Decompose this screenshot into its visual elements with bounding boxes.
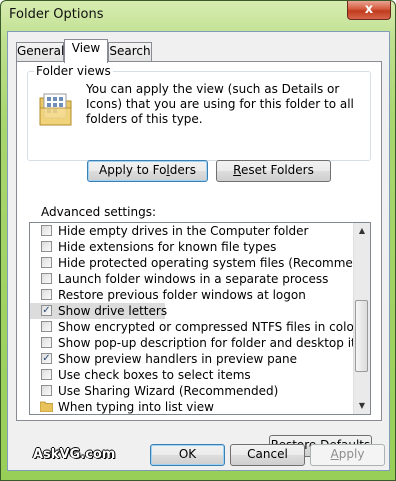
list-item[interactable]: ✓ Show preview handlers in preview pane [30, 351, 352, 367]
apply-access-key: A [330, 447, 339, 461]
list-item-label: Show preview handlers in preview pane [58, 352, 298, 366]
advanced-settings-label: Advanced settings: [41, 205, 156, 219]
list-item[interactable]: When typing into list view [30, 399, 352, 414]
list-item[interactable]: Use check boxes to select items [30, 367, 352, 383]
watermark-logo: AskVG.com [33, 447, 116, 462]
list-item-label: Show drive letters [58, 304, 168, 318]
list-item[interactable]: Show encrypted or compressed NTFS files … [30, 319, 359, 335]
list-item-label: Hide extensions for known file types [58, 240, 277, 254]
checkbox[interactable] [41, 225, 52, 236]
vertical-scrollbar[interactable]: ▲ ▼ [353, 223, 370, 414]
scroll-down-arrow-icon[interactable]: ▼ [354, 398, 370, 414]
folder-views-legend: Folder views [34, 64, 113, 78]
cancel-button[interactable]: Cancel [230, 444, 305, 466]
view-tab-panel: Folder views You can apply the view (suc… [16, 61, 382, 457]
list-item-label: Use Sharing Wizard (Recommended) [58, 384, 279, 398]
list-item-label: Show encrypted or compressed NTFS files … [58, 320, 359, 334]
list-item[interactable]: Show pop-up description for folder and d… [30, 335, 370, 351]
checkbox[interactable] [41, 369, 52, 380]
dialog-client-area: General View Search Folder views You can… [7, 31, 390, 471]
list-item-label: Show pop-up description for folder and d… [58, 336, 371, 350]
tab-view[interactable]: View [64, 39, 108, 63]
list-item-selected[interactable]: ✓ Show drive letters [30, 303, 168, 319]
checkbox[interactable] [41, 321, 52, 332]
advanced-settings-list[interactable]: Hide empty drives in the Computer folder… [29, 222, 371, 415]
apply-to-folders-button[interactable]: Apply to Folders [87, 160, 208, 182]
checkbox[interactable] [41, 337, 52, 348]
apply-to-folders-label-end: ders [169, 163, 196, 177]
folder-views-description: You can apply the view (such as Details … [86, 82, 354, 126]
list-item-label: Hide protected operating system files (R… [58, 256, 371, 270]
tab-general[interactable]: General [16, 42, 64, 61]
reset-folders-button[interactable]: Reset Folders [216, 160, 331, 182]
checkbox-checked[interactable]: ✓ [41, 305, 52, 316]
folder-views-group: Folder views You can apply the view (suc… [27, 64, 371, 182]
close-button[interactable]: x [347, 1, 391, 20]
tab-search[interactable]: Search [108, 42, 152, 61]
list-item[interactable]: Hide extensions for known file types [30, 239, 352, 255]
apply-button[interactable]: Apply [310, 444, 385, 466]
folder-options-window: Folder Options x General View Search Fol… [0, 0, 396, 481]
scroll-up-arrow-icon[interactable]: ▲ [354, 223, 370, 239]
checkbox[interactable] [41, 257, 52, 268]
list-item-label: Hide empty drives in the Computer folder [58, 224, 309, 238]
checkbox[interactable] [41, 385, 52, 396]
checkbox-checked[interactable]: ✓ [41, 353, 52, 364]
checkbox[interactable] [41, 289, 52, 300]
list-item-label: When typing into list view [58, 400, 214, 414]
apply-to-folders-label-start: Apply to Fo [99, 163, 167, 177]
list-item[interactable]: Launch folder windows in a separate proc… [30, 271, 352, 287]
checkbox[interactable] [41, 273, 52, 284]
apply-label: pply [338, 447, 365, 461]
list-item[interactable]: Restore previous folder windows at logon [30, 287, 352, 303]
checkbox[interactable] [41, 241, 52, 252]
title-bar[interactable]: Folder Options x [1, 1, 395, 31]
window-title: Folder Options [9, 7, 104, 22]
list-item-label: Restore previous folder windows at logon [58, 288, 306, 302]
list-item[interactable]: Use Sharing Wizard (Recommended) [30, 383, 352, 399]
list-item[interactable]: Hide empty drives in the Computer folder [30, 223, 352, 239]
folder-icon [40, 401, 53, 412]
ok-button[interactable]: OK [150, 444, 225, 466]
reset-folders-access-key: R [233, 163, 241, 177]
scrollbar-thumb[interactable] [355, 300, 368, 372]
list-item-label: Use check boxes to select items [58, 368, 251, 382]
list-item[interactable]: Hide protected operating system files (R… [30, 255, 370, 271]
reset-folders-label: eset Folders [240, 163, 314, 177]
folder-grid-icon [39, 93, 72, 126]
list-item-label: Launch folder windows in a separate proc… [58, 272, 329, 286]
